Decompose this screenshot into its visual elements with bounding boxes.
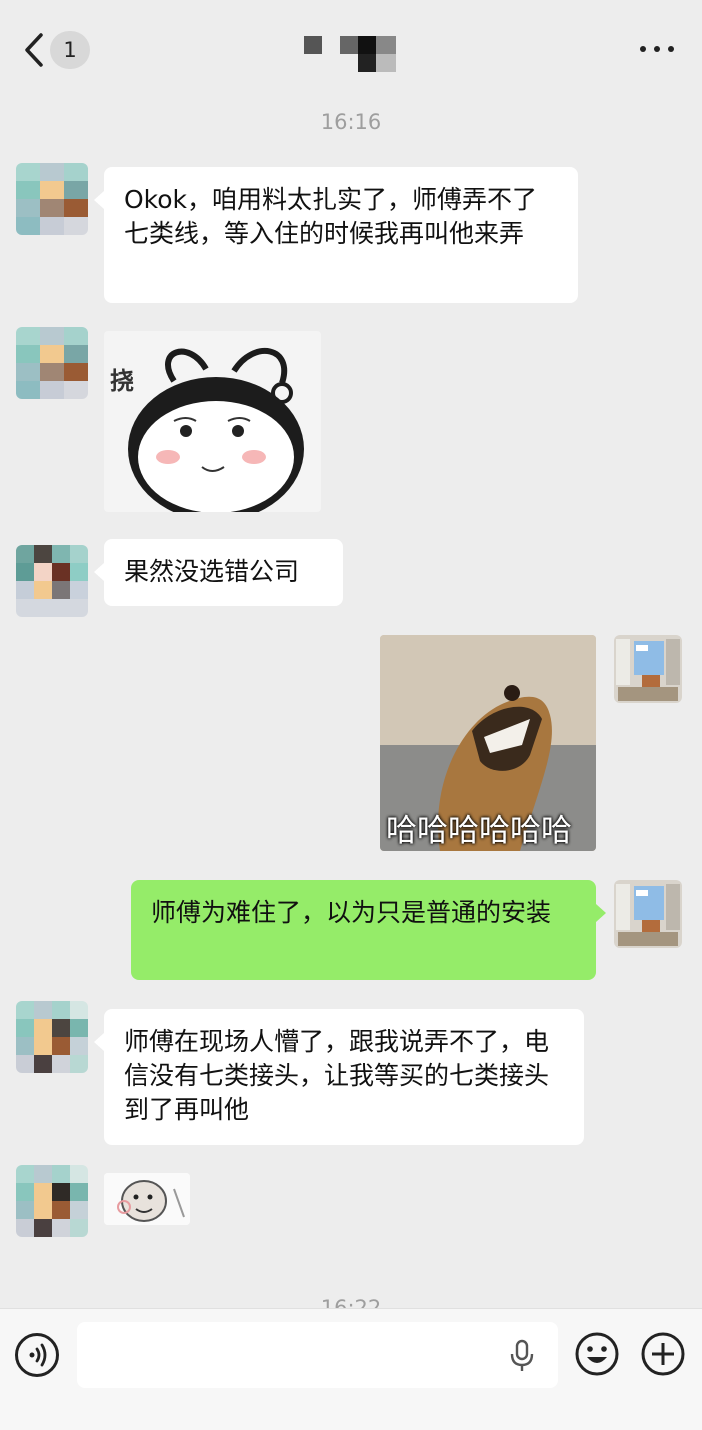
mic-icon[interactable] bbox=[509, 1339, 535, 1373]
sticker-caption: 哈哈哈哈哈哈 bbox=[386, 813, 572, 849]
timestamp: 16:22 bbox=[320, 1296, 382, 1308]
message-input[interactable] bbox=[77, 1322, 558, 1388]
timestamp: 16:16 bbox=[320, 110, 382, 134]
voice-icon[interactable] bbox=[15, 1333, 59, 1377]
message-bubble[interactable]: 果然没选错公司 bbox=[94, 539, 343, 606]
chevron-left-icon[interactable] bbox=[22, 32, 48, 68]
unread-count-badge[interactable]: 1 bbox=[50, 31, 90, 69]
message-bubble[interactable]: 师傅在现场人懵了，跟我说弄不了，电信没有七类接头，让我等买的七类接头到了再叫他 bbox=[94, 1009, 584, 1145]
contact-avatar[interactable] bbox=[16, 545, 88, 617]
emoji-icon[interactable] bbox=[574, 1331, 620, 1377]
chat-title-mosaic bbox=[304, 36, 396, 72]
user-avatar[interactable] bbox=[614, 880, 682, 948]
contact-avatar[interactable] bbox=[16, 1001, 88, 1073]
contact-avatar[interactable] bbox=[16, 163, 88, 235]
contact-avatar[interactable] bbox=[16, 327, 88, 399]
more-icon[interactable] bbox=[640, 38, 674, 60]
chat-input-bar bbox=[0, 1308, 702, 1430]
sticker-image[interactable]: 哈哈哈哈哈哈 bbox=[380, 635, 596, 851]
sticker-image[interactable] bbox=[104, 1173, 190, 1225]
message-bubble[interactable]: 师傅为难住了，以为只是普通的安装 bbox=[131, 880, 606, 980]
plus-icon[interactable] bbox=[640, 1331, 686, 1377]
message-bubble[interactable]: Okok，咱用料太扎实了，师傅弄不了七类线，等入住的时候我再叫他来弄 bbox=[94, 167, 578, 303]
sticker-caption: 挠 bbox=[110, 367, 134, 395]
contact-avatar[interactable] bbox=[16, 1165, 88, 1237]
user-avatar[interactable] bbox=[614, 635, 682, 703]
sticker-image[interactable]: 挠 bbox=[104, 331, 321, 512]
chat-header: 1 bbox=[0, 0, 702, 98]
